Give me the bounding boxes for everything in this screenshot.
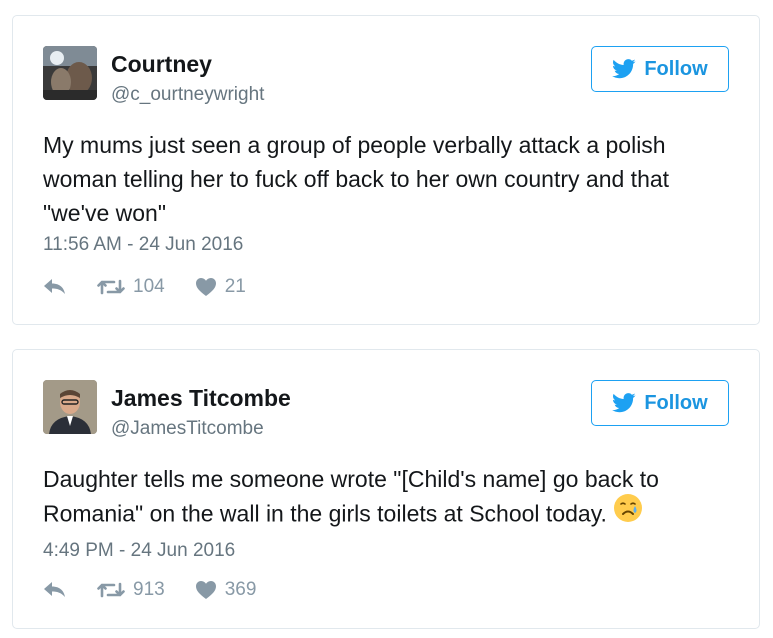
bird-icon bbox=[612, 393, 636, 413]
tweet-timestamp[interactable]: 4:49 PM - 24 Jun 2016 bbox=[43, 540, 235, 562]
bird-icon bbox=[612, 59, 636, 79]
tweet-card: James Titcombe @JamesTitcombe Follow Dau… bbox=[12, 349, 760, 629]
user-photo-icon bbox=[43, 46, 97, 100]
avatar[interactable] bbox=[43, 380, 97, 434]
author-name[interactable]: Courtney bbox=[111, 51, 212, 78]
heart-icon bbox=[195, 277, 217, 297]
follow-label: Follow bbox=[644, 391, 708, 414]
author-name[interactable]: James Titcombe bbox=[111, 385, 291, 412]
user-photo-icon bbox=[43, 380, 97, 434]
like-count: 21 bbox=[224, 276, 246, 297]
author-handle[interactable]: @c_ourtneywright bbox=[111, 84, 264, 106]
follow-button[interactable]: Follow bbox=[591, 380, 729, 426]
follow-label: Follow bbox=[644, 57, 708, 80]
tweet-actions: 104 21 bbox=[43, 276, 276, 298]
heart-icon bbox=[195, 580, 217, 600]
retweet-icon bbox=[97, 581, 125, 599]
tweet-text: My mums just seen a group of people verb… bbox=[43, 132, 670, 226]
tweet-text-body: Daughter tells me someone wrote "[Child'… bbox=[43, 466, 659, 527]
tweet-feed: Courtney @c_ourtneywright Follow My mums… bbox=[0, 0, 773, 638]
tweet-actions: 913 369 bbox=[43, 579, 286, 601]
like-button[interactable]: 21 bbox=[195, 276, 246, 298]
reply-icon bbox=[43, 581, 67, 599]
crying-face-icon bbox=[613, 493, 643, 532]
tweet-timestamp[interactable]: 11:56 AM - 24 Jun 2016 bbox=[43, 234, 243, 256]
tweet-text: Daughter tells me someone wrote "[Child'… bbox=[43, 462, 733, 535]
reply-button[interactable] bbox=[43, 278, 67, 296]
like-count: 369 bbox=[224, 579, 257, 600]
retweet-button[interactable]: 913 bbox=[97, 579, 165, 601]
follow-button[interactable]: Follow bbox=[591, 46, 729, 92]
retweet-button[interactable]: 104 bbox=[97, 276, 165, 298]
reply-icon bbox=[43, 278, 67, 296]
reply-button[interactable] bbox=[43, 581, 67, 599]
retweet-count: 104 bbox=[133, 276, 165, 297]
author-handle[interactable]: @JamesTitcombe bbox=[111, 418, 264, 440]
retweet-count: 913 bbox=[133, 579, 165, 600]
retweet-icon bbox=[97, 278, 125, 296]
tweet-card: Courtney @c_ourtneywright Follow My mums… bbox=[12, 15, 760, 325]
avatar[interactable] bbox=[43, 46, 97, 100]
like-button[interactable]: 369 bbox=[195, 579, 257, 601]
